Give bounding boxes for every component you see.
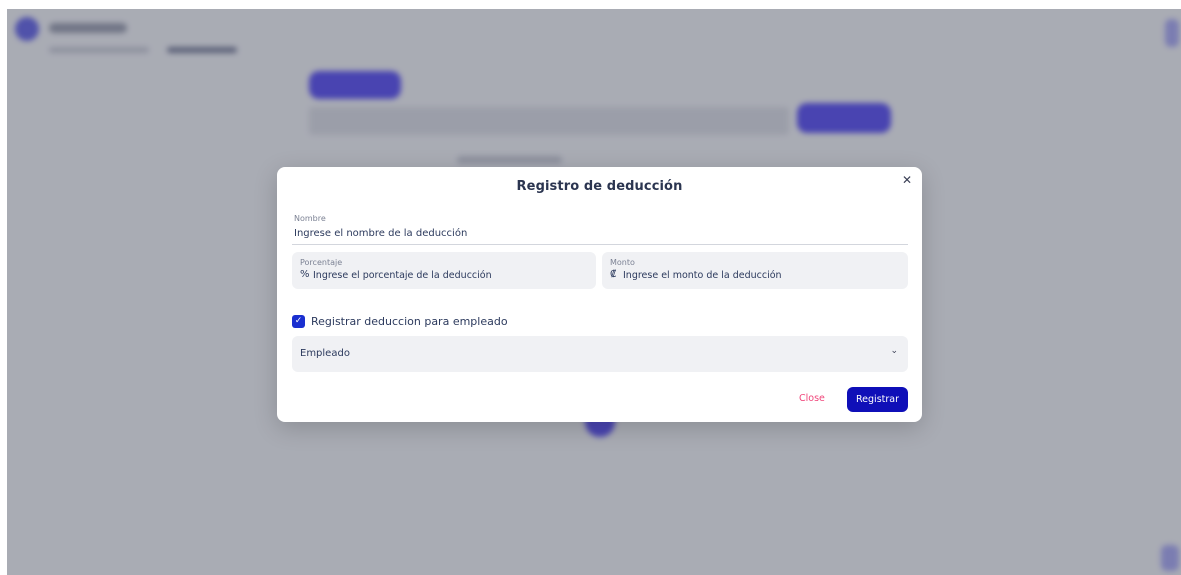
empleado-select-value: Empleado — [300, 348, 350, 359]
close-button[interactable]: Close — [799, 393, 825, 404]
deduction-modal: Registro de deducción ✕ Nombre Ingrese e… — [277, 167, 922, 422]
porcentaje-label: Porcentaje — [300, 258, 343, 267]
chevron-down-icon: ⌄ — [890, 346, 898, 356]
colon-currency-icon: ₡ — [610, 269, 617, 280]
registrar-button[interactable]: Registrar — [847, 387, 908, 412]
modal-title: Registro de deducción — [516, 179, 683, 194]
empleado-select[interactable]: Empleado ⌄ — [292, 336, 908, 372]
monto-field[interactable]: Monto ₡ Ingrese el monto de la deducción — [602, 252, 908, 289]
checkbox-label[interactable]: Registrar deduccion para empleado — [311, 315, 508, 328]
porcentaje-field[interactable]: Porcentaje % Ingrese el porcentaje de la… — [292, 252, 596, 289]
porcentaje-input[interactable]: Ingrese el porcentaje de la deducción — [313, 270, 492, 281]
nombre-input[interactable]: Ingrese el nombre de la deducción — [294, 228, 467, 239]
close-icon[interactable]: ✕ — [900, 173, 914, 187]
nombre-field[interactable]: Nombre Ingrese el nombre de la deducción — [292, 213, 908, 245]
register-for-employee-checkbox-row[interactable]: ✓ Registrar deduccion para empleado — [292, 314, 508, 328]
checkbox-checked-icon[interactable]: ✓ — [292, 314, 305, 328]
percent-icon: % — [300, 269, 310, 280]
monto-input[interactable]: Ingrese el monto de la deducción — [623, 270, 782, 281]
monto-label: Monto — [610, 258, 635, 267]
nombre-label: Nombre — [294, 214, 326, 223]
app-viewport: Registro de deducción ✕ Nombre Ingrese e… — [7, 9, 1181, 575]
